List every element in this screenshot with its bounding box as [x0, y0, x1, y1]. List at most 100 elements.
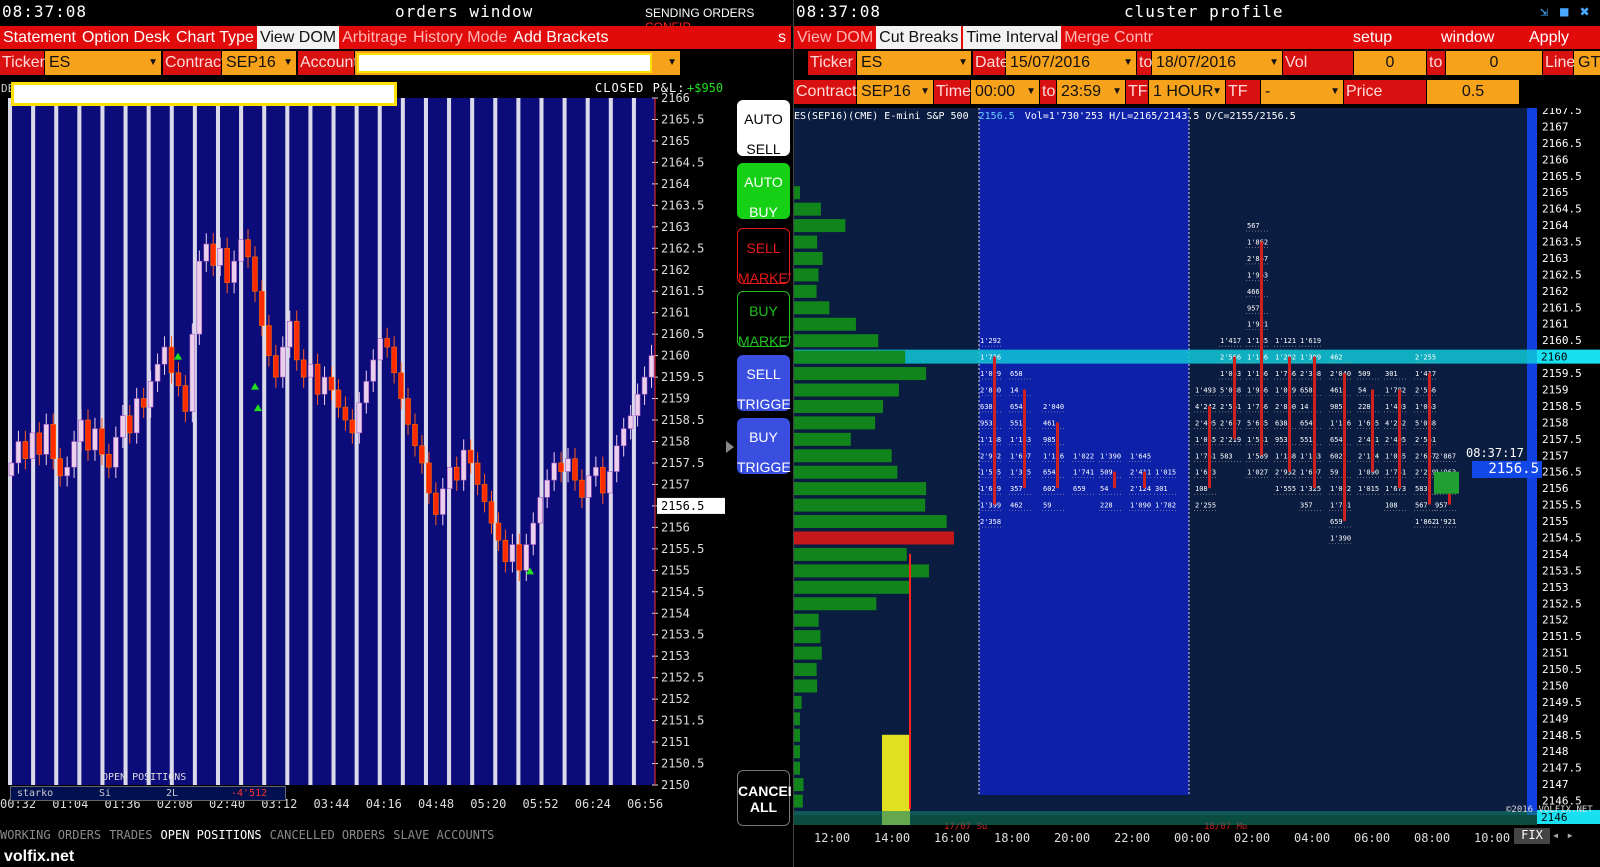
cluster-value: 583 — [1220, 452, 1233, 460]
tab-cancelled-orders[interactable]: CANCELLED ORDERS — [270, 828, 386, 842]
tf2-select[interactable]: - ▼ — [1261, 80, 1343, 104]
y-tick-label: 2154 — [1542, 548, 1569, 561]
fix-button[interactable]: FIX — [1514, 828, 1550, 844]
buy-market-button[interactable]: BUY MARKET — [737, 291, 791, 349]
y-tick-label: 2156.5 — [1542, 466, 1582, 479]
x-tick-label: 04:48 — [418, 797, 454, 811]
line-select[interactable]: GTC — [1574, 51, 1600, 75]
contract-select[interactable]: SEP16 ▼ — [222, 51, 296, 75]
menu-overflow[interactable]: s — [775, 26, 789, 49]
cluster-chart[interactable]: 2167.5 2167 2166.5 2166 2165.5 2165 2164.5 2164… — [794, 108, 1600, 867]
menu-view-dom[interactable]: View DOM — [794, 26, 876, 49]
tab-trades[interactable]: TRADES — [109, 828, 152, 842]
x-tick-label: 10:00 — [1474, 831, 1510, 845]
time-from-select[interactable]: 00:00 ▼ — [971, 80, 1039, 104]
chart-search-input[interactable] — [11, 82, 397, 106]
tab-working-orders[interactable]: WORKING ORDERS — [0, 828, 101, 842]
candle-body — [349, 419, 356, 434]
copyright: ©2016 VOLFIX.NET — [1506, 805, 1593, 815]
open-positions-label: OPEN POSITIONS — [102, 772, 187, 783]
expand-arrow-icon[interactable] — [726, 441, 734, 453]
contract-label: Contract — [163, 51, 225, 75]
y-tick-label: 2154.5 — [1542, 531, 1582, 544]
sell-market-button[interactable]: SELL MARKET — [737, 228, 791, 286]
account-input[interactable] — [357, 53, 652, 73]
contract-select[interactable]: SEP16 ▼ — [857, 80, 933, 104]
time-stripe — [447, 98, 452, 785]
candle-body — [495, 522, 502, 541]
maximize-icon[interactable]: ■ — [1560, 4, 1568, 20]
auto-buy-button[interactable]: AUTO BUY — [737, 163, 790, 220]
orders-toolbar: Ticker ES ▼ Contract SEP16 ▼ Account ▼ — [0, 49, 791, 77]
cluster-value: 509 — [1358, 370, 1371, 378]
menu-cut-breaks[interactable]: Cut Breaks — [876, 26, 962, 49]
menu-merge-contr[interactable]: Merge Contr — [1061, 26, 1156, 49]
open-position-row[interactable]: starko Si 2L -4'512 — [10, 786, 286, 801]
menu-view-dom[interactable]: View DOM — [256, 26, 340, 49]
y-tick-label: 2158 — [661, 435, 690, 449]
candle-body — [43, 424, 50, 455]
y-tick-label: 2167 — [1542, 120, 1569, 133]
ticker-select[interactable]: ES ▼ — [857, 51, 971, 75]
orders-chart[interactable]: 2166 2165.5 2165 2164.5 2164 2163.5 2163 2162.5… — [0, 80, 735, 820]
bottom-volume-strip — [794, 811, 1537, 825]
cluster-value: 957 — [1247, 304, 1260, 312]
date-from-select[interactable]: 15/07/2016 ▼ — [1006, 51, 1136, 75]
cluster-value: 1'292 — [980, 337, 1001, 345]
menu-time-interval[interactable]: Time Interval — [963, 26, 1062, 49]
buy-trigger-button[interactable]: BUY TRIGGER — [737, 418, 791, 475]
tab-open-positions[interactable]: OPEN POSITIONS — [161, 828, 262, 842]
date-to-select[interactable]: 18/07/2016 ▼ — [1152, 51, 1282, 75]
menu-setup[interactable]: setup — [1350, 26, 1395, 49]
menu-add-brackets[interactable]: Add Brackets — [510, 26, 611, 49]
account-select[interactable]: ▼ — [355, 51, 680, 75]
ticker-select[interactable]: ES ▼ — [45, 51, 161, 75]
menu-arbitrage[interactable]: Arbitrage — [339, 26, 410, 49]
menu-chart-type[interactable]: Chart Type — [173, 26, 257, 49]
price-scale-input[interactable]: 0.5 — [1427, 80, 1519, 104]
cluster-value: 301 — [1385, 370, 1398, 378]
profile-bar — [794, 761, 800, 775]
tf-select[interactable]: 1 HOUR ▼ — [1149, 80, 1225, 104]
cancel-all-button[interactable]: CANCEL ALL — [737, 770, 791, 826]
menu-statement[interactable]: Statement — [0, 26, 79, 49]
x-tick-label: 12:00 — [814, 831, 850, 845]
candle-body — [120, 415, 126, 438]
auto-sell-button[interactable]: AUTO SELL — [737, 100, 790, 157]
candle-body — [488, 501, 495, 524]
close-icon[interactable]: ✖ — [1580, 2, 1590, 21]
y-tick-label: 2163 — [661, 220, 690, 234]
vol-to-input[interactable]: 0 — [1446, 51, 1542, 75]
y-tick-label: 2155.5 — [1542, 499, 1582, 512]
scroll-arrows-icon[interactable]: ◂ ▸ — [1552, 828, 1574, 842]
menu-option-desk[interactable]: Option Desk — [79, 26, 173, 49]
profile-bar — [794, 531, 954, 545]
candle-body — [481, 484, 488, 502]
status-sending: SENDING ORDERS — [645, 6, 755, 20]
cluster-value: 1'921 — [1247, 321, 1268, 329]
candle-body — [530, 522, 537, 545]
cluster-value: 1'390 — [1100, 452, 1121, 460]
line-label: Line — [1543, 51, 1575, 75]
instrument-name: ES(SEP16)(CME) E-mini S&P 500 — [794, 111, 969, 122]
tab-slave-accounts[interactable]: SLAVE ACCOUNTS — [393, 828, 494, 842]
cluster-value: 54 — [1358, 387, 1366, 395]
cluster-value: 567 — [1415, 502, 1428, 510]
cluster-value: 1'555 — [980, 469, 1001, 477]
candle-body — [335, 389, 342, 408]
time-to-select[interactable]: 23:59 ▼ — [1057, 80, 1125, 104]
menu-history-mode[interactable]: History Mode — [410, 26, 510, 49]
cluster-candle — [1288, 356, 1291, 472]
cluster-value: 1'736 — [980, 354, 1001, 362]
minimize-icon[interactable]: ⇲ — [1540, 4, 1548, 20]
time-stripe — [377, 98, 382, 785]
contract-value: SEP16 — [226, 54, 276, 71]
y-tick-label: 2150.5 — [1542, 663, 1582, 676]
candle-body — [523, 544, 530, 571]
vol-from-input[interactable]: 0 — [1354, 51, 1426, 75]
cluster-value: 357 — [1300, 502, 1313, 510]
cluster-value: 59 — [1330, 469, 1338, 477]
menu-apply[interactable]: Apply — [1526, 26, 1572, 49]
sell-trigger-button[interactable]: SELL TRIGGER — [737, 355, 791, 412]
menu-window[interactable]: window — [1438, 26, 1497, 49]
